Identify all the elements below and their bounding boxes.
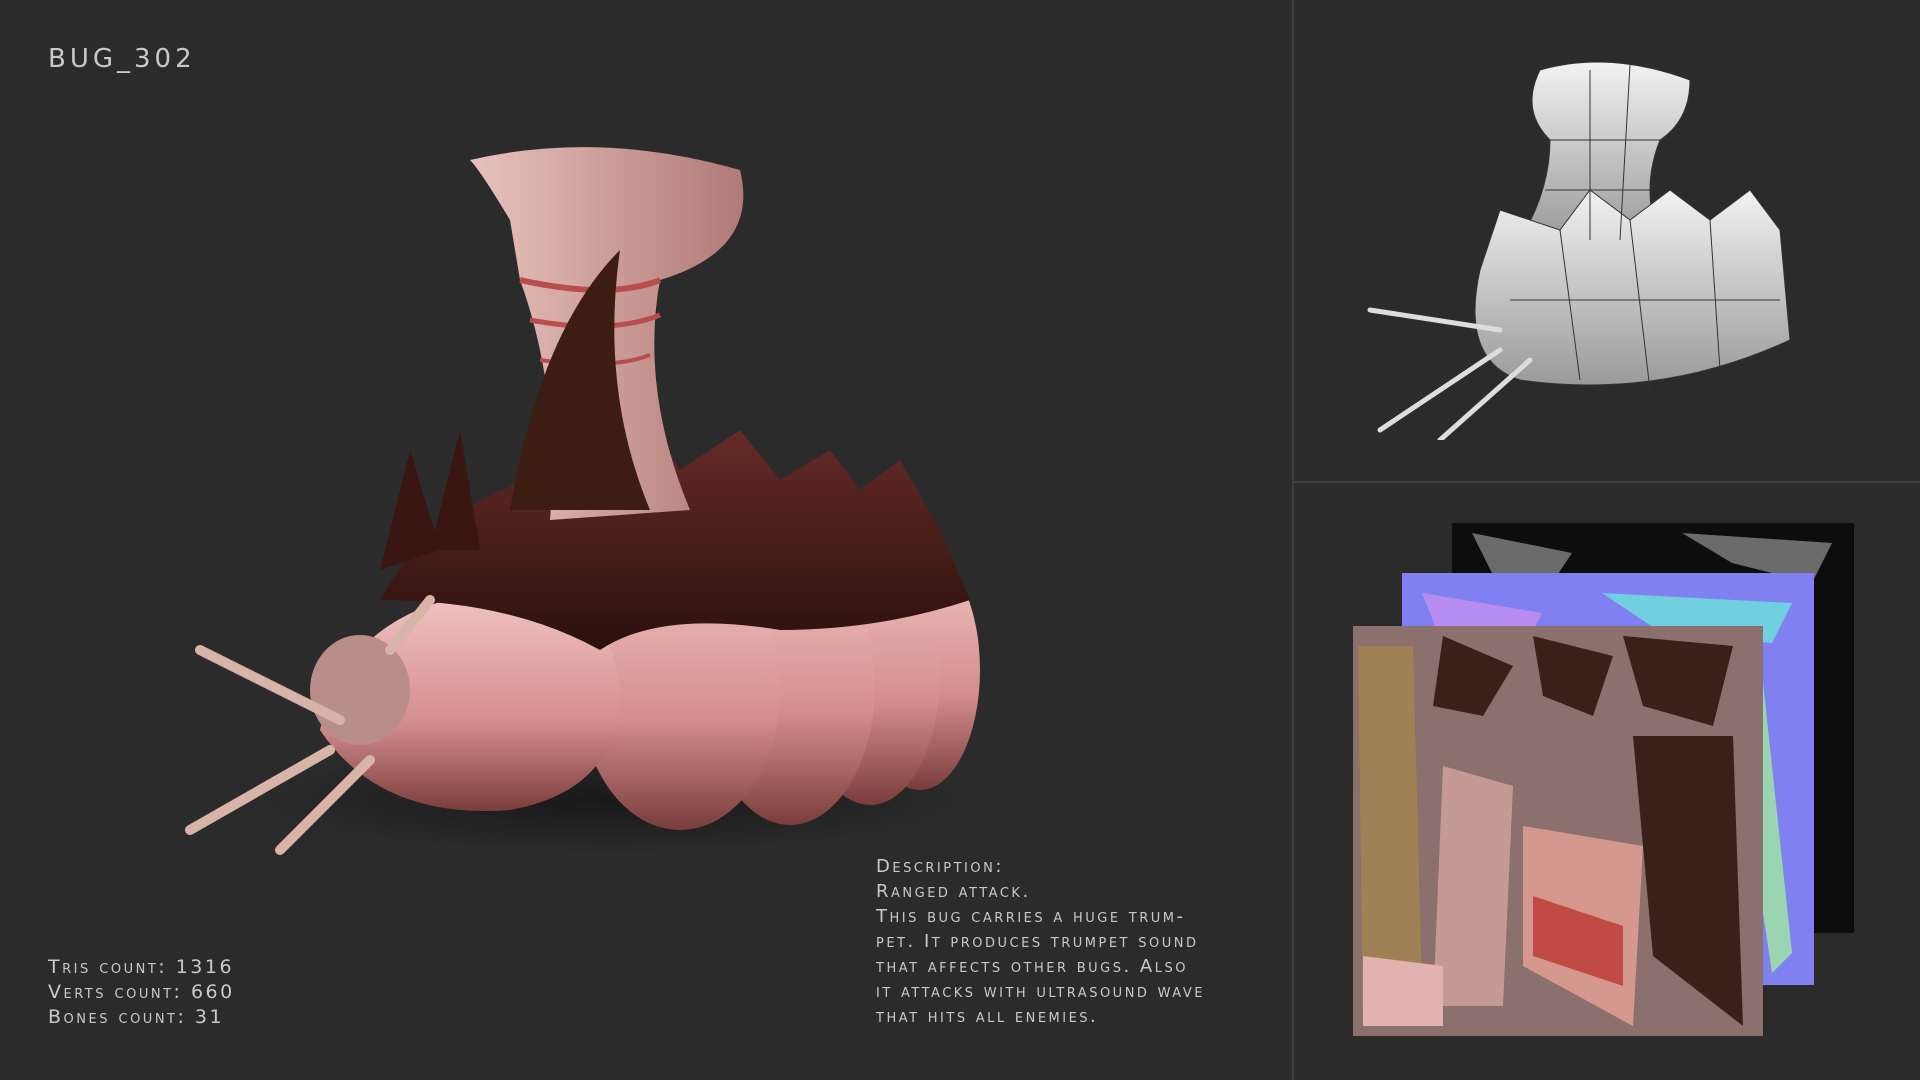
description-line: that affects other bugs. Also	[876, 956, 1188, 977]
model-description: Description: Ranged attack. This bug car…	[876, 854, 1256, 1029]
panel-divider-vertical	[1292, 0, 1294, 1080]
description-line: Ranged attack.	[876, 881, 1031, 902]
description-line: it attacks with ultrasound wave	[876, 981, 1205, 1002]
wireframe-model-render	[1367, 61, 1791, 440]
model-title: BUG_302	[48, 44, 196, 74]
bones-count: Bones count: 31	[48, 1006, 225, 1028]
model-stats: Tris count: 1316 Verts count: 660 Bones …	[48, 955, 235, 1030]
description-heading: Description:	[876, 856, 1004, 877]
description-line: This bug carries a huge trum-	[876, 906, 1186, 927]
panel-divider-horizontal	[1294, 481, 1920, 483]
textured-model-render	[185, 147, 990, 855]
tris-count: Tris count: 1316	[48, 956, 235, 978]
diffuse-map	[1353, 626, 1763, 1036]
description-line: pet. It produces trumpet sound	[876, 931, 1199, 952]
verts-count: Verts count: 660	[48, 981, 235, 1003]
description-line: that hits all enemies.	[876, 1006, 1099, 1027]
